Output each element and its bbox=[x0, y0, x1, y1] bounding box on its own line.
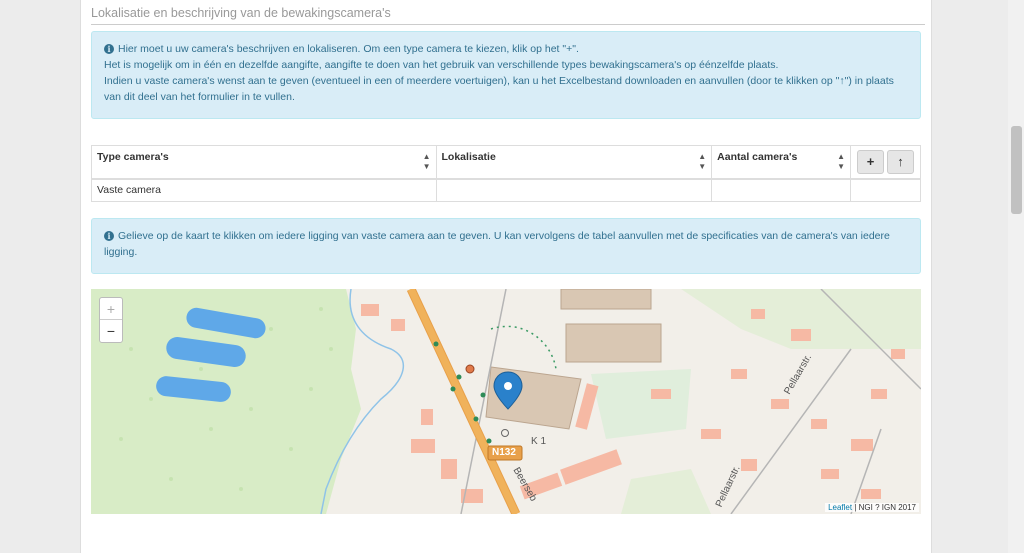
camera-table: Type camera's ▲ ▼ Lokalisatie ▲ ▼ Aantal cam… bbox=[91, 145, 921, 202]
area-label: K 1 bbox=[531, 436, 547, 447]
info-alert-description: i Hier moet u uw camera's beschrijven en … bbox=[91, 31, 921, 119]
cell-location[interactable] bbox=[435, 178, 713, 202]
info-line-3: Indien u vaste camera's wenst aan te gev… bbox=[104, 75, 894, 103]
upload-excel-button[interactable]: ↑ bbox=[886, 149, 914, 174]
poi-marker bbox=[465, 364, 475, 374]
poi-circle bbox=[501, 429, 509, 437]
grass-area bbox=[621, 469, 711, 514]
info-icon: i bbox=[104, 231, 114, 241]
form-page: Lokalisatie en beschrijving van de bewak… bbox=[80, 0, 932, 553]
table-row[interactable]: Vaste camera bbox=[91, 178, 921, 202]
column-header-type[interactable]: Type camera's ▲ ▼ bbox=[91, 145, 437, 180]
info-alert-map: i Gelieve op de kaart te klikken om ieder… bbox=[91, 218, 921, 274]
sort-icon[interactable]: ▲ ▼ bbox=[837, 152, 845, 172]
map-tiles[interactable] bbox=[91, 289, 921, 514]
scrollbar-thumb[interactable] bbox=[1011, 126, 1022, 214]
road-label: N132 bbox=[492, 447, 516, 458]
actions-header: + ↑ bbox=[850, 145, 921, 180]
sort-icon[interactable]: ▲ ▼ bbox=[698, 152, 706, 172]
path-dotted bbox=[490, 325, 557, 370]
sort-icon[interactable]: ▲ ▼ bbox=[423, 152, 431, 172]
column-header-count[interactable]: Aantal camera's ▲ ▼ bbox=[711, 145, 852, 180]
table-header-row: Type camera's ▲ ▼ Lokalisatie ▲ ▼ Aantal cam… bbox=[91, 145, 921, 180]
add-camera-button[interactable]: + bbox=[857, 149, 885, 174]
cell-count[interactable] bbox=[711, 178, 852, 202]
location-map[interactable]: N132 Beerseb Pellaarstr. Pellaarstr. K 1… bbox=[91, 289, 921, 514]
leaflet-link[interactable]: Leaflet bbox=[828, 503, 852, 512]
zoom-in-button[interactable]: + bbox=[100, 298, 122, 320]
page-scrollbar[interactable] bbox=[1008, 0, 1024, 553]
info-icon: i bbox=[104, 44, 114, 54]
map-attribution: Leaflet | NGI ? IGN 2017 bbox=[825, 503, 919, 512]
attribution-text: | NGI ? IGN 2017 bbox=[852, 503, 916, 512]
cell-actions bbox=[850, 178, 921, 202]
info-line-1: Hier moet u uw camera's beschrijven en l… bbox=[118, 43, 579, 55]
section-title: Lokalisatie en beschrijving van de bewak… bbox=[91, 6, 925, 25]
zoom-control: + − bbox=[99, 297, 123, 343]
info-line-2: Het is mogelijk om in één en dezelfde aa… bbox=[104, 59, 779, 71]
cell-type[interactable]: Vaste camera bbox=[91, 178, 437, 202]
zoom-out-button[interactable]: − bbox=[100, 320, 122, 342]
map-instruction-text: Gelieve op de kaart te klikken om iedere… bbox=[104, 230, 890, 258]
park-area bbox=[591, 369, 691, 439]
column-header-location[interactable]: Lokalisatie ▲ ▼ bbox=[435, 145, 713, 180]
